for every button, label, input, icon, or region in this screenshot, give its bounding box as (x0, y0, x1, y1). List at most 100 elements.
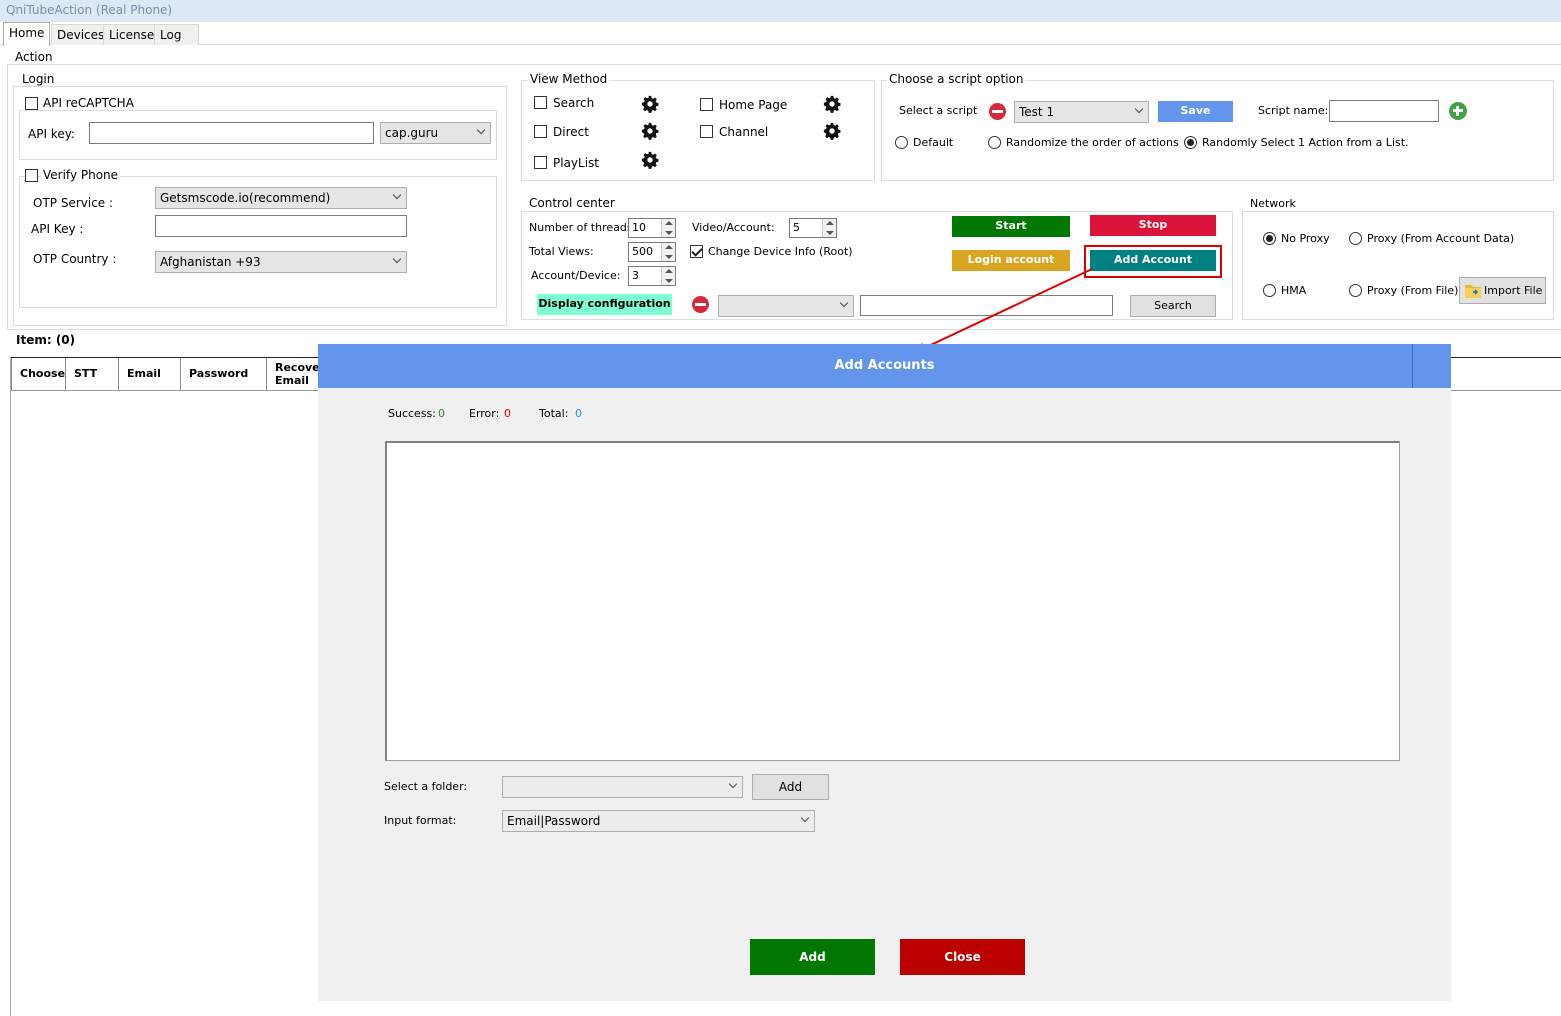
column-header-choose[interactable]: Choose (11, 358, 66, 390)
chevron-down-icon (728, 779, 738, 789)
chevron-down-icon (392, 190, 402, 200)
video-account-spinner[interactable]: 5 (789, 218, 837, 238)
playlist-checkbox[interactable] (534, 156, 547, 169)
otp-country-label: OTP Country : (33, 252, 117, 266)
column-header-stt[interactable]: STT (66, 358, 119, 390)
dialog-close-box[interactable] (1412, 344, 1451, 388)
spinner-arrows-icon[interactable] (661, 267, 675, 285)
playlist-settings-gear-icon[interactable] (641, 151, 659, 169)
column-header-password[interactable]: Password (181, 358, 267, 390)
import-file-button[interactable]: Import File (1459, 277, 1546, 304)
default-label: Default (913, 136, 954, 149)
randomize-label: Randomize the order of actions (1006, 136, 1179, 149)
delete-script-icon[interactable] (989, 103, 1006, 120)
api-key-label: API key: (28, 127, 75, 141)
tab-devices[interactable]: Devices (51, 24, 111, 45)
proxy-file-radio[interactable] (1349, 284, 1362, 297)
tab-log[interactable]: Log (154, 24, 199, 45)
remove-filter-icon[interactable] (692, 296, 709, 313)
display-configuration-button[interactable]: Display configuration (537, 294, 672, 315)
chevron-down-icon (476, 125, 486, 135)
channel-checkbox[interactable] (700, 125, 713, 138)
captcha-service-select[interactable]: cap.guru (380, 122, 491, 144)
add-folder-button[interactable]: Add (752, 774, 829, 800)
otp-country-select[interactable]: Afghanistan +93 (155, 251, 407, 273)
default-radio[interactable] (895, 136, 908, 149)
verify-phone-checkbox[interactable] (25, 169, 38, 182)
otp-api-key-label: API Key : (31, 222, 84, 236)
search-checkbox[interactable] (534, 96, 547, 109)
script-name-label: Script name: (1258, 104, 1329, 117)
recaptcha-checkbox[interactable] (25, 97, 38, 110)
success-count: 0 (438, 407, 445, 420)
random-one-label: Randomly Select 1 Action from a List. (1202, 136, 1409, 149)
dialog-title: Add Accounts (834, 358, 935, 373)
direct-settings-gear-icon[interactable] (641, 122, 659, 140)
account-device-label: Account/Device: (531, 269, 621, 282)
spinner-arrows-icon[interactable] (822, 219, 836, 237)
save-script-button[interactable]: Save (1158, 101, 1233, 122)
no-proxy-radio[interactable] (1263, 232, 1276, 245)
column-header-recovery-email[interactable]: Recove Email (267, 358, 318, 390)
search-label: Search (553, 96, 595, 110)
add-script-icon[interactable] (1449, 102, 1467, 120)
account-device-spinner[interactable]: 3 (628, 266, 676, 286)
script-select[interactable]: Test 1 (1014, 101, 1149, 123)
folder-select[interactable] (502, 776, 743, 798)
chevron-down-icon (839, 298, 849, 308)
direct-label: Direct (553, 125, 589, 139)
login-group-title: Login (20, 72, 57, 86)
video-account-value: 5 (793, 221, 800, 234)
stop-button[interactable]: Stop (1090, 215, 1216, 236)
tab-strip: Home Devices License Log (0, 22, 1561, 46)
api-key-input[interactable] (89, 122, 374, 144)
tab-license[interactable]: License (103, 24, 161, 45)
add-account-highlight (1084, 245, 1222, 278)
hma-radio[interactable] (1263, 284, 1276, 297)
randomize-radio[interactable] (988, 136, 1001, 149)
start-button[interactable]: Start (952, 216, 1070, 237)
script-name-input[interactable] (1329, 100, 1439, 122)
home-page-label: Home Page (719, 98, 788, 112)
threads-label: Number of threads: (529, 221, 637, 234)
recaptcha-label: API reCAPTCHA (41, 96, 136, 110)
dialog-add-button[interactable]: Add (750, 939, 875, 975)
error-count: 0 (504, 407, 511, 420)
tab-home[interactable]: Home (3, 22, 51, 46)
channel-settings-gear-icon[interactable] (823, 122, 841, 140)
otp-country-value: Afghanistan +93 (160, 255, 261, 269)
dialog-close-button[interactable]: Close (900, 939, 1025, 975)
views-value: 500 (632, 245, 653, 258)
import-file-label: Import File (1484, 284, 1543, 297)
network-title: Network (1248, 197, 1298, 210)
otp-api-key-input[interactable] (155, 215, 407, 237)
spinner-arrows-icon[interactable] (661, 219, 675, 237)
accounts-textarea[interactable] (385, 441, 1400, 761)
spinner-arrows-icon[interactable] (661, 243, 675, 261)
search-button[interactable]: Search (1130, 295, 1216, 317)
change-device-checkbox[interactable] (690, 245, 703, 258)
views-spinner[interactable]: 500 (628, 242, 676, 262)
otp-service-select[interactable]: Getsmscode.io(recommend) (155, 187, 407, 209)
folder-label: Select a folder: (384, 780, 468, 793)
error-label: Error: (469, 407, 500, 420)
random-one-radio[interactable] (1184, 136, 1197, 149)
threads-value: 10 (632, 221, 646, 234)
filter-select[interactable] (718, 295, 854, 317)
chevron-down-icon (1134, 104, 1144, 114)
view-method-title: View Method (528, 72, 610, 86)
search-settings-gear-icon[interactable] (641, 95, 659, 113)
threads-spinner[interactable]: 10 (628, 218, 676, 238)
direct-checkbox[interactable] (534, 125, 547, 138)
table-left-border (10, 357, 11, 1016)
otp-service-value: Getsmscode.io(recommend) (160, 191, 331, 205)
home-page-checkbox[interactable] (700, 98, 713, 111)
input-format-select[interactable]: Email|Password (502, 810, 815, 832)
dialog-header: Add Accounts (318, 344, 1451, 388)
proxy-account-radio[interactable] (1349, 232, 1362, 245)
captcha-service-value: cap.guru (385, 126, 439, 140)
column-header-email[interactable]: Email (119, 358, 181, 390)
input-format-value: Email|Password (507, 814, 601, 828)
script-option-title: Choose a script option (887, 72, 1026, 86)
home-page-settings-gear-icon[interactable] (823, 95, 841, 113)
